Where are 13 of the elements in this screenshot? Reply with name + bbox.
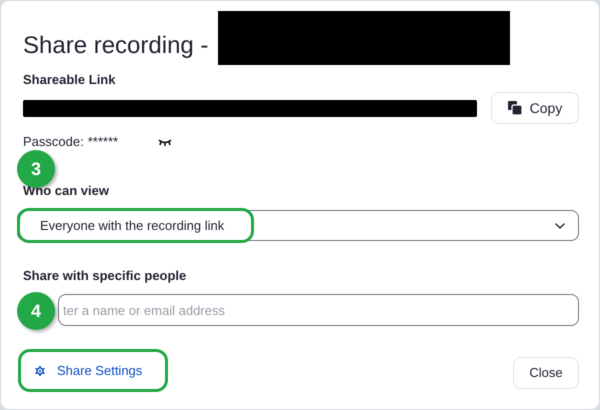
passcode-value: ******	[88, 133, 118, 152]
field-label: Share with specific people	[23, 267, 188, 285]
copy-button[interactable]: Copy	[491, 92, 579, 124]
passcode-label: Passcode:	[23, 133, 84, 152]
settings-icon	[33, 364, 47, 378]
share-settings-link[interactable]: Share Settings	[18, 349, 168, 392]
close-button[interactable]: Close	[513, 357, 579, 389]
field-label: Shareable Link	[23, 71, 116, 89]
dialog-title: Share recording -	[23, 31, 208, 61]
copy-icon	[508, 101, 522, 115]
step-badge: 4	[17, 292, 55, 330]
people-input-field[interactable]: ter a name or email address	[58, 294, 579, 326]
closed-eye-icon[interactable]	[158, 138, 172, 146]
